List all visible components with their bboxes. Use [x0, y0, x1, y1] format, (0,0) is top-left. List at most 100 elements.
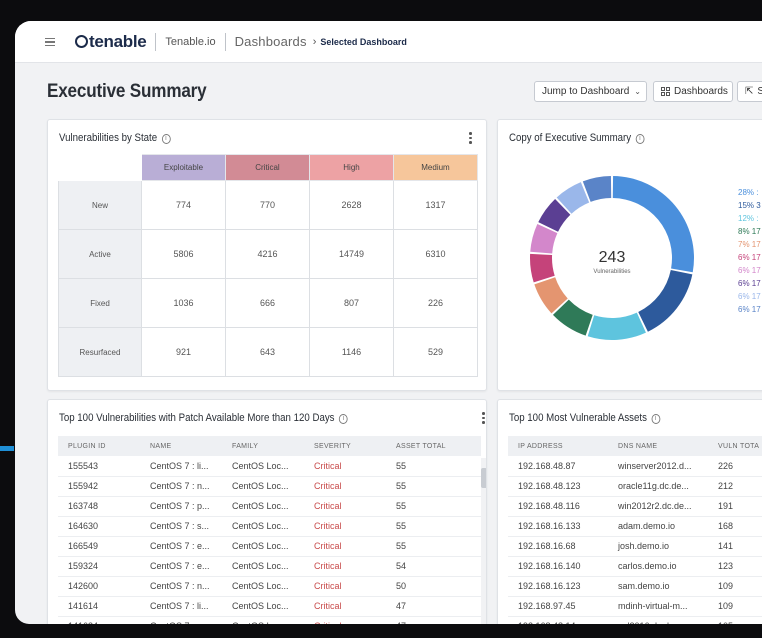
widget-title-text: Top 100 Vulnerabilities with Patch Avail…: [59, 412, 335, 424]
table-cell: oracle11g.dc.de...: [608, 476, 708, 497]
table-row[interactable]: 192.168.16.123 sam.demo.io 109: [508, 576, 762, 597]
dashboards-button[interactable]: Dashboards: [653, 81, 733, 102]
table-cell: sql2016.dc.demo...: [608, 616, 708, 624]
table-row[interactable]: 192.168.97.45 mdinh-virtual-m... 109: [508, 596, 762, 617]
jump-to-dashboard-button[interactable]: Jump to Dashboard ⌄: [534, 81, 647, 102]
tenable-logo[interactable]: tenable: [75, 32, 147, 52]
matrix-cell[interactable]: 5806: [141, 229, 226, 279]
table-row[interactable]: 192.168.48.14sql2016.dc.demo...105: [508, 616, 762, 624]
matrix-cell[interactable]: 529: [393, 327, 478, 377]
table-cell: 141634: [58, 616, 140, 624]
table-row[interactable]: 192.168.48.87 winserver2012.d... 226: [508, 456, 762, 477]
table-cell: CentOS 7 : li...: [140, 456, 222, 477]
share-button[interactable]: ⇱ S: [737, 81, 762, 102]
table-scrollbar[interactable]: [481, 458, 486, 624]
legend-item[interactable]: 6% 17: [738, 290, 761, 303]
donut-segment[interactable]: [638, 270, 693, 332]
info-icon[interactable]: i: [338, 414, 348, 424]
table-row[interactable]: 192.168.16.68 josh.demo.io 141: [508, 536, 762, 557]
donut-segment[interactable]: [530, 253, 555, 283]
table-row[interactable]: 141614 CentOS 7 : li... CentOS Loc... Criti…: [58, 596, 481, 617]
product-name[interactable]: Tenable.io: [165, 36, 215, 48]
share-button-label: S: [757, 86, 762, 97]
column-header[interactable]: NAME: [140, 436, 222, 456]
kebab-menu-icon[interactable]: [482, 412, 485, 426]
legend-item[interactable]: 6% 17: [738, 277, 761, 290]
matrix-cell[interactable]: 643: [225, 327, 310, 377]
column-header[interactable]: ASSET TOTAL: [386, 436, 481, 456]
matrix-cell[interactable]: 4216: [225, 229, 310, 279]
table-row[interactable]: 141634CentOS 7 : c...CentOS Loc...Critic…: [58, 616, 481, 624]
legend-item[interactable]: 28% :: [738, 186, 761, 199]
table-row[interactable]: 166549 CentOS 7 : e... CentOS Loc... Critic…: [58, 536, 481, 557]
table-cell: 55: [386, 496, 481, 517]
table-cell: CentOS Loc...: [222, 516, 304, 537]
table-row[interactable]: 192.168.48.116 win2012r2.dc.de... 191: [508, 496, 762, 517]
column-header[interactable]: SEVERITY: [304, 436, 386, 456]
matrix-cell[interactable]: 226: [393, 278, 478, 328]
table-cell: CentOS 7 : li...: [140, 596, 222, 617]
legend-item[interactable]: 8% 17: [738, 225, 761, 238]
breadcrumb-dashboards[interactable]: Dashboards: [235, 34, 307, 49]
hamburger-menu-icon[interactable]: [45, 37, 55, 46]
vulnerable-assets-widget: Top 100 Most Vulnerable Assets i IP ADDRE…: [497, 399, 762, 624]
kebab-menu-icon[interactable]: [469, 132, 472, 146]
legend-item[interactable]: 12% :: [738, 212, 761, 225]
table-row[interactable]: 164630 CentOS 7 : s... CentOS Loc... Critic…: [58, 516, 481, 537]
matrix-cell[interactable]: 1146: [309, 327, 394, 377]
info-icon[interactable]: i: [635, 134, 645, 144]
matrix-cell[interactable]: 770: [225, 180, 310, 230]
table-cell: 54: [386, 556, 481, 577]
legend-item[interactable]: 6% 17: [738, 303, 761, 316]
matrix-cell[interactable]: 14749: [309, 229, 394, 279]
column-header[interactable]: VULN TOTA: [708, 436, 762, 456]
top-nav-bar: tenable Tenable.io Dashboards › Selected…: [15, 21, 762, 63]
table-cell: 141: [708, 536, 762, 557]
chevron-down-icon: ⌄: [634, 87, 641, 96]
info-icon[interactable]: i: [651, 414, 661, 424]
table-row[interactable]: 155543 CentOS 7 : li... CentOS Loc... Criti…: [58, 456, 481, 477]
matrix-cell[interactable]: 921: [141, 327, 226, 377]
column-header[interactable]: FAMILY: [222, 436, 304, 456]
table-cell: 47: [386, 616, 481, 624]
table-cell: 166549: [58, 536, 140, 557]
matrix-cell[interactable]: 1317: [393, 180, 478, 230]
matrix-cell[interactable]: 807: [309, 278, 394, 328]
table-row[interactable]: 142600 CentOS 7 : n... CentOS Loc... Critic…: [58, 576, 481, 597]
legend-item[interactable]: 6% 17: [738, 264, 761, 277]
table-row[interactable]: 192.168.16.140 carlos.demo.io 123: [508, 556, 762, 577]
matrix-cell[interactable]: 1036: [141, 278, 226, 328]
table-row[interactable]: 159324 CentOS 7 : e... CentOS Loc... Critic…: [58, 556, 481, 577]
column-header[interactable]: DNS NAME: [608, 436, 708, 456]
table-row[interactable]: 155942 CentOS 7 : n... CentOS Loc... Critic…: [58, 476, 481, 497]
table-row[interactable]: 192.168.48.123 oracle11g.dc.de... 212: [508, 476, 762, 497]
table-cell: 191: [708, 496, 762, 517]
table-row[interactable]: 192.168.16.133 adam.demo.io 168: [508, 516, 762, 537]
legend-item[interactable]: 15% 3: [738, 199, 761, 212]
legend-item[interactable]: 6% 17: [738, 251, 761, 264]
table-cell: Critical: [304, 596, 386, 617]
legend-item[interactable]: 7% 17: [738, 238, 761, 251]
matrix-cell[interactable]: 2628: [309, 180, 394, 230]
table-cell: CentOS 7 : n...: [140, 476, 222, 497]
matrix-cell[interactable]: 774: [141, 180, 226, 230]
donut-center-label: Vulnerabilities: [593, 269, 630, 275]
matrix-cell[interactable]: 6310: [393, 229, 478, 279]
table-cell: josh.demo.io: [608, 536, 708, 557]
table-cell: CentOS Loc...: [222, 556, 304, 577]
share-icon: ⇱: [745, 86, 754, 97]
column-header[interactable]: IP ADDRESS: [508, 436, 608, 456]
matrix-row: Fixed 1036 666 807 226: [58, 278, 478, 328]
table-cell: CentOS Loc...: [222, 576, 304, 597]
table-cell: 55: [386, 536, 481, 557]
scrollbar-thumb[interactable]: [481, 468, 486, 488]
table-cell: win2012r2.dc.de...: [608, 496, 708, 517]
donut-segment[interactable]: [587, 312, 646, 340]
matrix-cell[interactable]: 666: [225, 278, 310, 328]
info-icon[interactable]: i: [161, 134, 171, 144]
frame-accent-line: [0, 446, 14, 451]
table-cell: winserver2012.d...: [608, 456, 708, 477]
table-cell: 155942: [58, 476, 140, 497]
table-row[interactable]: 163748 CentOS 7 : p... CentOS Loc... Critic…: [58, 496, 481, 517]
column-header[interactable]: PLUGIN ID: [58, 436, 140, 456]
